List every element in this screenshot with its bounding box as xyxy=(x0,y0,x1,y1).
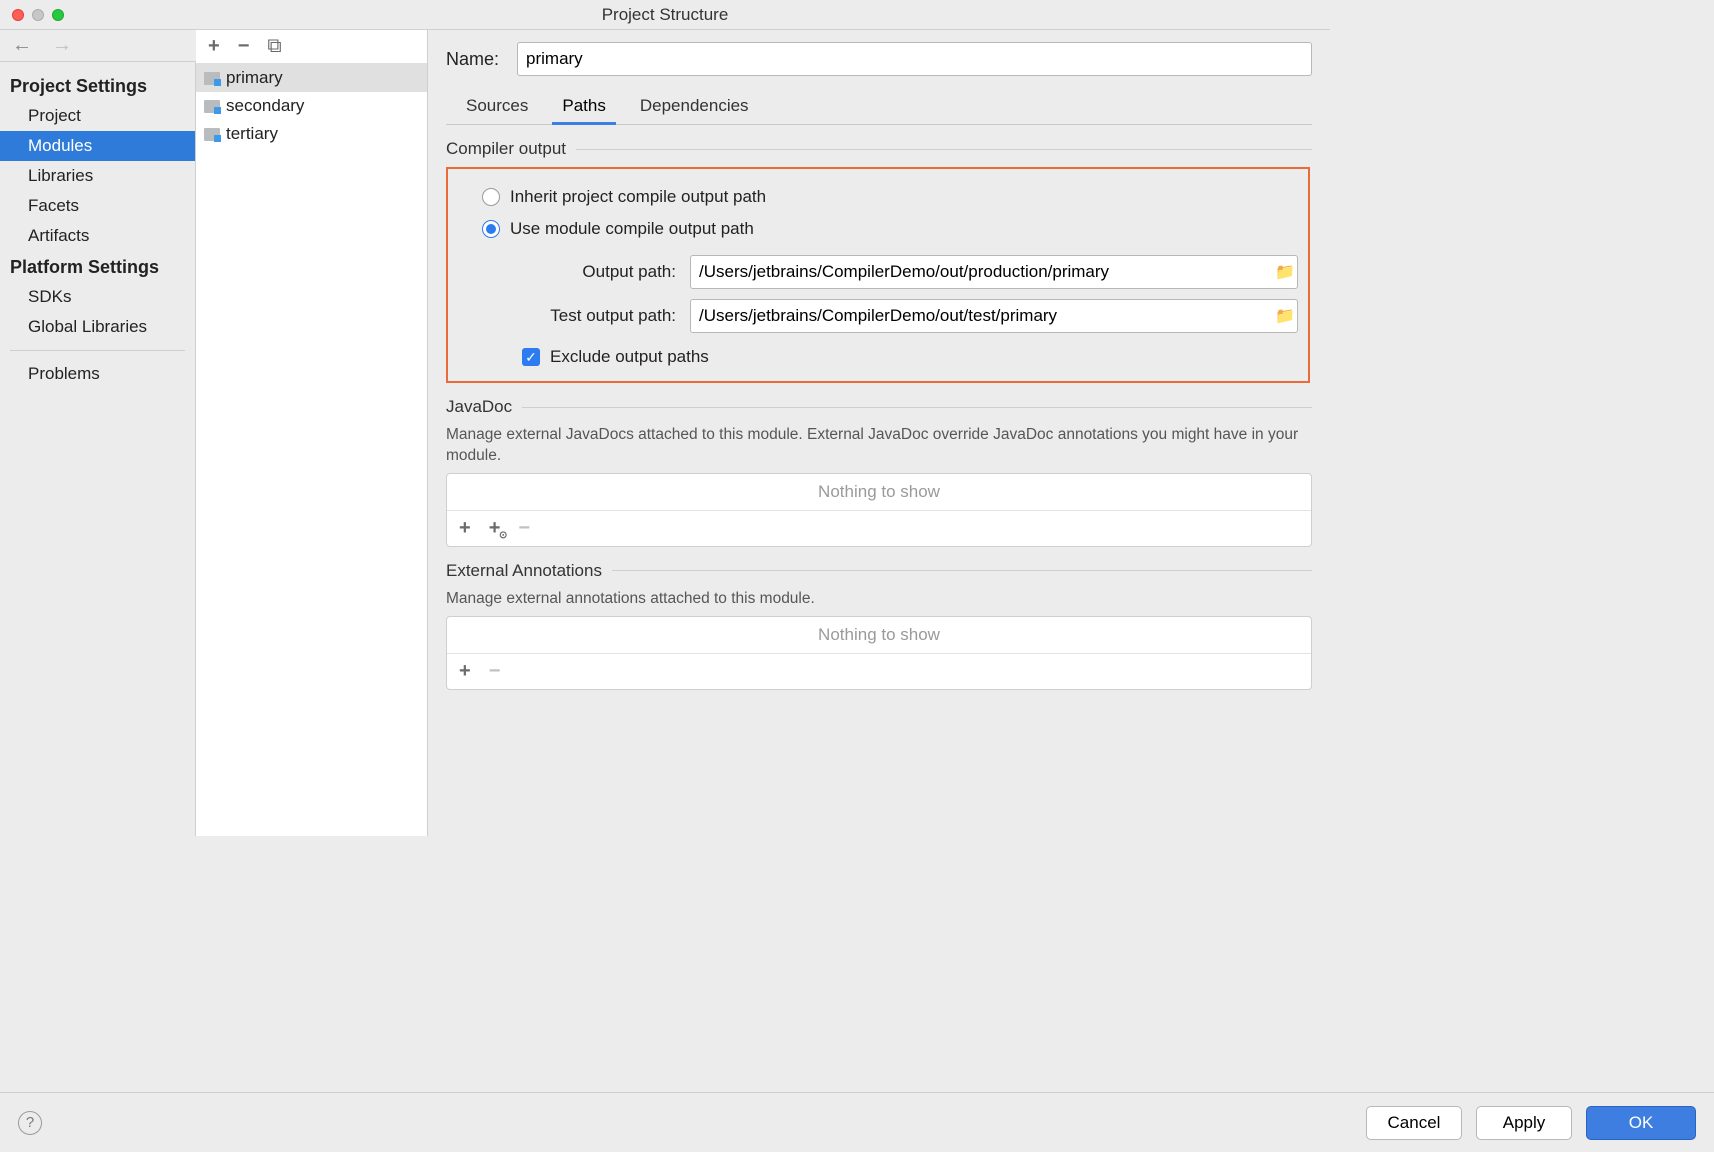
browse-folder-icon[interactable]: 📁 xyxy=(1273,306,1297,326)
javadoc-empty-text: Nothing to show xyxy=(447,474,1311,511)
navigation-toolbar: ← → xyxy=(0,30,196,62)
sidebar-item-problems[interactable]: Problems xyxy=(0,359,195,389)
sidebar-divider xyxy=(10,350,185,351)
javadoc-desc: Manage external JavaDocs attached to thi… xyxy=(446,425,1312,467)
compiler-output-title-text: Compiler output xyxy=(446,139,566,159)
external-annotations-title: External Annotations xyxy=(446,561,1312,581)
forward-arrow-icon[interactable]: → xyxy=(52,34,72,57)
javadoc-title: JavaDoc xyxy=(446,397,1312,417)
browse-folder-icon[interactable]: 📁 xyxy=(1273,262,1297,282)
module-tabs: Sources Paths Dependencies xyxy=(446,90,1312,125)
remove-icon[interactable]: − xyxy=(489,660,501,683)
radio-checked-icon[interactable] xyxy=(482,220,500,238)
external-annotations-empty-text: Nothing to show xyxy=(447,617,1311,654)
module-content-panel: Name: Sources Paths Dependencies Compile… xyxy=(428,30,1330,836)
module-list-panel: + − ⧉ primary secondary tertiary xyxy=(196,30,428,836)
footer: ? Cancel Apply OK xyxy=(0,1092,1714,1152)
window-title: Project Structure xyxy=(0,5,1330,25)
module-folder-icon xyxy=(204,72,220,85)
tab-sources[interactable]: Sources xyxy=(462,90,532,124)
inherit-radio-label: Inherit project compile output path xyxy=(510,187,766,207)
module-name-input[interactable] xyxy=(517,42,1312,76)
sidebar-item-libraries[interactable]: Libraries xyxy=(0,161,195,191)
remove-module-icon[interactable]: − xyxy=(238,35,250,58)
project-settings-header: Project Settings xyxy=(0,70,195,101)
module-toolbar: + − ⧉ xyxy=(196,30,427,64)
module-folder-icon xyxy=(204,100,220,113)
module-item-label: primary xyxy=(226,68,283,88)
apply-button[interactable]: Apply xyxy=(1476,1106,1572,1140)
module-item-tertiary[interactable]: tertiary xyxy=(196,120,427,148)
test-output-path-label: Test output path: xyxy=(518,306,676,326)
sidebar-item-artifacts[interactable]: Artifacts xyxy=(0,221,195,251)
back-arrow-icon[interactable]: ← xyxy=(12,34,32,57)
sidebar-item-facets[interactable]: Facets xyxy=(0,191,195,221)
output-path-input[interactable] xyxy=(691,258,1273,286)
javadoc-list: Nothing to show + +⊙ − xyxy=(446,473,1312,547)
sidebar-item-global-libraries[interactable]: Global Libraries xyxy=(0,312,195,342)
radio-unchecked-icon[interactable] xyxy=(482,188,500,206)
sidebar-item-sdks[interactable]: SDKs xyxy=(0,282,195,312)
module-item-label: secondary xyxy=(226,96,304,116)
cancel-button[interactable]: Cancel xyxy=(1366,1106,1462,1140)
external-annotations-list: Nothing to show + − xyxy=(446,616,1312,690)
remove-icon[interactable]: − xyxy=(518,517,530,540)
exclude-output-check-row[interactable]: ✓ Exclude output paths xyxy=(522,347,1298,367)
ok-button[interactable]: OK xyxy=(1586,1106,1696,1140)
add-module-icon[interactable]: + xyxy=(208,35,220,58)
output-path-label: Output path: xyxy=(518,262,676,282)
checkbox-checked-icon[interactable]: ✓ xyxy=(522,348,540,366)
sidebar-item-project[interactable]: Project xyxy=(0,101,195,131)
tab-paths[interactable]: Paths xyxy=(558,90,609,124)
test-output-path-input[interactable] xyxy=(691,302,1273,330)
inherit-radio-row[interactable]: Inherit project compile output path xyxy=(458,181,1298,213)
compiler-output-title: Compiler output xyxy=(446,139,1312,159)
tab-dependencies[interactable]: Dependencies xyxy=(636,90,753,124)
module-item-label: tertiary xyxy=(226,124,278,144)
sidebar-item-modules[interactable]: Modules xyxy=(0,131,195,161)
platform-settings-header: Platform Settings xyxy=(0,251,195,282)
copy-module-icon[interactable]: ⧉ xyxy=(267,35,281,58)
module-item-primary[interactable]: primary xyxy=(196,64,427,92)
help-button[interactable]: ? xyxy=(18,1111,42,1135)
module-item-secondary[interactable]: secondary xyxy=(196,92,427,120)
external-annotations-desc: Manage external annotations attached to … xyxy=(446,589,1312,610)
titlebar: Project Structure xyxy=(0,0,1330,30)
external-annotations-title-text: External Annotations xyxy=(446,561,602,581)
add-url-icon[interactable]: +⊙ xyxy=(489,517,501,540)
sidebar: Project Settings Project Modules Librari… xyxy=(0,62,196,836)
add-icon[interactable]: + xyxy=(459,660,471,683)
module-folder-icon xyxy=(204,128,220,141)
name-label: Name: xyxy=(446,49,499,70)
compiler-output-highlight: Inherit project compile output path Use … xyxy=(446,167,1310,383)
javadoc-title-text: JavaDoc xyxy=(446,397,512,417)
exclude-output-label: Exclude output paths xyxy=(550,347,709,367)
add-icon[interactable]: + xyxy=(459,517,471,540)
use-module-radio-label: Use module compile output path xyxy=(510,219,754,239)
use-module-radio-row[interactable]: Use module compile output path xyxy=(458,213,1298,245)
